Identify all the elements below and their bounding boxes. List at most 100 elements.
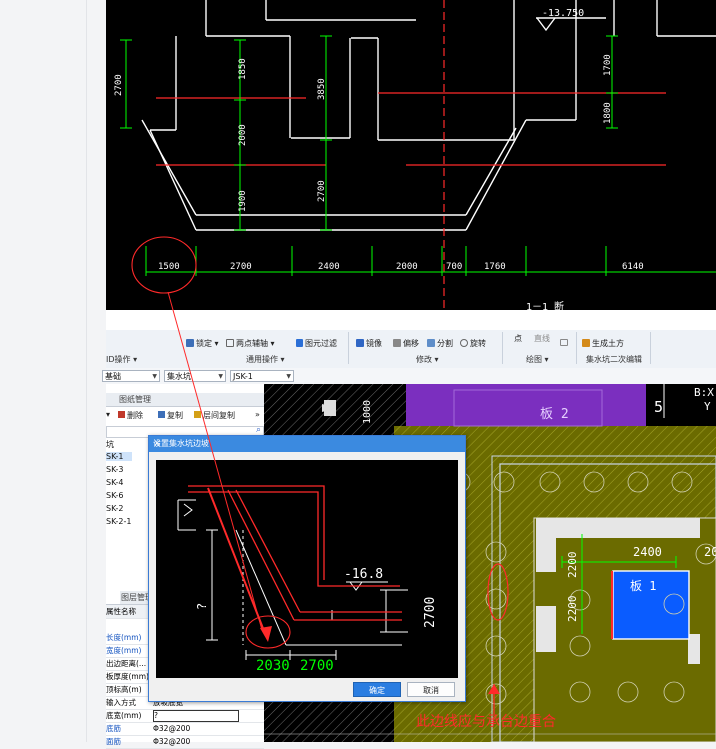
slab-1-label: 板 1: [630, 579, 656, 593]
offset-label: 偏移: [403, 339, 419, 348]
tree-item-sk-1[interactable]: SK-1: [106, 452, 132, 461]
more-button[interactable]: »: [255, 410, 260, 419]
grid-label-y: Y: [704, 400, 711, 413]
floor-copy-button[interactable]: 层间复制: [194, 410, 235, 421]
dialog-dim-2030: 2030: [256, 658, 290, 674]
dim-1000: 1000: [362, 400, 373, 424]
group-label-left: ID操作 ▾: [106, 354, 137, 365]
earthwork-icon: [582, 339, 590, 347]
generate-earth-button[interactable]: 生成土方: [582, 338, 624, 349]
dialog-question: ?: [195, 603, 209, 610]
gutter-divider: [86, 0, 87, 742]
dialog-titlebar: 设置集水坑边坡 ×: [149, 436, 465, 452]
ok-button[interactable]: 确定: [353, 682, 401, 697]
dim-h-700: 700: [446, 262, 462, 272]
prop-header-label: 属性名称: [106, 607, 136, 616]
prop-row-bottom-rebar[interactable]: 底筋 Φ32@200: [106, 722, 264, 736]
slope-preview: -16.8 2700 ? 2030 2700: [156, 460, 458, 678]
point-label: 点: [514, 334, 522, 343]
prop-row-top-rebar[interactable]: 面筋 Φ32@200: [106, 735, 264, 749]
rect-button[interactable]: [560, 338, 570, 347]
offset-icon: [393, 339, 401, 347]
copy-button[interactable]: 复制: [158, 410, 183, 421]
line-button[interactable]: 直线: [534, 333, 550, 344]
type-select[interactable]: 集水坑 ▼: [164, 370, 226, 382]
dim-v-1850: 1850: [238, 58, 248, 80]
element-filter-button[interactable]: 图元过滤: [296, 338, 337, 349]
lock-label: 锁定: [196, 339, 212, 348]
copy-icon: [158, 411, 165, 418]
delete-button[interactable]: 删除: [118, 410, 143, 421]
chevron-down-icon: ▾: [133, 355, 138, 364]
dim-v-2000: 2000: [238, 124, 248, 146]
dim-v-1900: 1900: [238, 190, 248, 212]
dim-v-3850: 3850: [317, 78, 327, 100]
split-label: 分割: [437, 339, 453, 348]
grid-label: B:X(: [694, 386, 716, 399]
tree-item-sk-4[interactable]: SK-4: [106, 478, 123, 487]
dim-v-2700-mid: 2700: [317, 180, 327, 202]
delete-label: 删除: [127, 411, 143, 420]
prop-key: 输入方式: [106, 698, 136, 707]
mirror-icon: [356, 339, 364, 347]
component-value: JSK-1: [233, 372, 253, 381]
chevron-down-icon: ▼: [286, 373, 291, 380]
lock-button[interactable]: 锁定 ▾: [186, 338, 219, 349]
ribbon-divider: [348, 332, 349, 364]
tab-drawing-mgmt[interactable]: 图纸管理: [116, 393, 154, 406]
close-icon[interactable]: ×: [153, 436, 460, 452]
dim-2200-a: 2200: [566, 552, 579, 579]
top-cad-drawing: -13.750 1－1 断 2700 1850 2000 1900 3850 2…: [106, 0, 716, 310]
prop-key: 底宽(mm): [106, 711, 142, 720]
annotation-text: 此边线应与承台边重合: [416, 714, 556, 730]
chevron-down-icon: ▾: [544, 355, 549, 364]
chevron-down-icon: ▼: [152, 373, 157, 380]
dim-2400: 2400: [633, 545, 662, 559]
line-label: 直线: [534, 334, 550, 343]
dim-v-1800: 1800: [603, 102, 613, 124]
rotate-label: 旋转: [470, 339, 486, 348]
point-button[interactable]: 点: [514, 333, 522, 344]
element-filter-label: 图元过滤: [305, 339, 337, 348]
group-label-common: 通用操作 ▾: [246, 354, 285, 365]
rotate-icon: [460, 339, 468, 347]
offset-button[interactable]: 偏移: [393, 338, 419, 349]
dim-2200-b: 2200: [566, 596, 579, 623]
prop-key: 板厚度(mm): [106, 672, 149, 681]
rotate-button[interactable]: 旋转: [460, 338, 486, 349]
group-modify-text: 修改: [416, 355, 432, 364]
bottom-width-input[interactable]: ?: [153, 710, 239, 722]
split-button[interactable]: 分割: [427, 338, 453, 349]
component-select[interactable]: JSK-1 ▼: [230, 370, 294, 382]
tree-item-sk-3[interactable]: SK-3: [106, 465, 123, 474]
ribbon-divider: [650, 332, 651, 364]
tree-item-sk-6[interactable]: SK-6: [106, 491, 123, 500]
prop-key: 宽度(mm): [106, 646, 142, 655]
dim-20: 20: [704, 545, 716, 559]
split-icon: [427, 339, 435, 347]
prop-value: Φ32@200: [153, 724, 191, 733]
prop-key: 顶标高(m): [106, 685, 142, 694]
lock-icon: [186, 339, 194, 347]
selector-row: 基础 ▼ 集水坑 ▼ JSK-1 ▼: [102, 368, 716, 384]
cancel-button[interactable]: 取消: [407, 682, 455, 697]
page-gutter: [0, 0, 106, 742]
group-label-sump: 集水坑二次编辑: [586, 355, 642, 364]
tree-item-sk-2[interactable]: SK-2: [106, 504, 123, 513]
category-value: 基础: [105, 372, 121, 381]
category-select[interactable]: 基础 ▼: [102, 370, 160, 382]
dropdown-caret[interactable]: ▾: [106, 410, 110, 419]
two-point-aux-button[interactable]: 两点辅轴 ▾: [226, 338, 275, 349]
axis-icon: [226, 339, 234, 347]
mirror-button[interactable]: 镜像: [356, 338, 382, 349]
group-common-text: 通用操作: [246, 355, 278, 364]
prop-row-bottom-width[interactable]: 底宽(mm)?: [106, 709, 264, 723]
tree-item-sk-2-1[interactable]: SK-2-1: [106, 517, 131, 526]
rect-icon: [560, 339, 568, 346]
search-icon: ⌕: [255, 425, 261, 435]
dim-h-2000: 2000: [396, 262, 418, 272]
section-label: 1－1 断: [526, 300, 564, 310]
slab-2-label: 板 2: [540, 407, 569, 422]
type-value: 集水坑: [167, 372, 191, 381]
group-draw-text: 绘图: [526, 355, 542, 364]
